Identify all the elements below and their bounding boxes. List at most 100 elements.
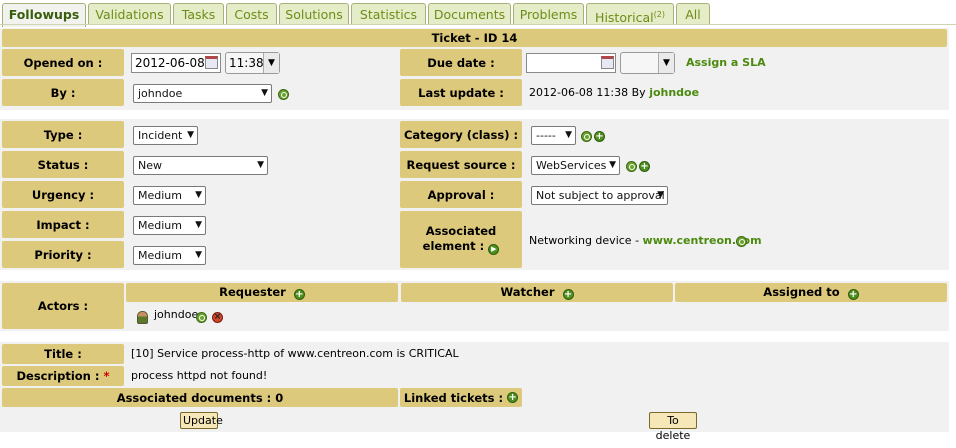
chevron-down-icon: ▼	[263, 53, 279, 73]
chevron-down-icon: ▼	[658, 53, 674, 73]
status-select[interactable]: New ▼	[133, 156, 268, 175]
request-source-select-value: WebServices	[536, 159, 607, 172]
associated-element-label-line1: Associated	[425, 224, 497, 238]
requester-select[interactable]: johndoe ▼	[133, 84, 272, 103]
calendar-icon[interactable]	[601, 56, 614, 69]
associated-element-label: Associated element : ▶	[400, 211, 522, 268]
user-icon	[137, 311, 148, 324]
watcher-header-label: Watcher	[500, 285, 555, 299]
assigned-to-header-label: Assigned to	[763, 285, 840, 299]
urgency-select-value: Medium	[138, 189, 182, 202]
search-icon[interactable]	[581, 131, 592, 142]
tab-problems[interactable]: Problems	[513, 3, 584, 25]
requester-header: Requester +	[126, 283, 398, 302]
category-label: Category (class) :	[400, 121, 522, 148]
chevron-down-icon: ▼	[187, 130, 194, 140]
impact-select-value: Medium	[138, 219, 182, 232]
calendar-icon[interactable]	[205, 56, 218, 69]
request-source-select[interactable]: WebServices ▼	[531, 156, 620, 175]
priority-label: Priority :	[2, 241, 124, 268]
description-label-text: Description :	[16, 369, 100, 383]
ticket-title: Ticket - ID 14	[2, 29, 947, 47]
chevron-down-icon: ▼	[565, 130, 572, 140]
add-icon[interactable]: +	[562, 289, 574, 300]
status-select-value: New	[138, 159, 162, 172]
add-icon[interactable]: +	[293, 289, 305, 300]
search-icon[interactable]	[278, 89, 289, 100]
search-icon[interactable]	[626, 161, 637, 172]
description-label: Description : *	[2, 366, 124, 386]
delete-icon[interactable]: ×	[212, 312, 223, 323]
status-label: Status :	[2, 151, 124, 178]
requester-user-name: johndoe	[154, 308, 199, 321]
priority-select[interactable]: Medium ▼	[133, 246, 206, 265]
linked-tickets-label: Linked tickets : +	[400, 388, 522, 407]
last-update-value: 2012-06-08 11:38 By johndoe	[529, 86, 699, 100]
impact-label: Impact :	[2, 211, 124, 238]
search-icon[interactable]	[196, 312, 207, 323]
watcher-header: Watcher +	[401, 283, 673, 302]
associated-element-value: Networking device - www.centreon.com	[529, 234, 762, 248]
description-value: process httpd not found!	[131, 369, 268, 382]
tab-historical[interactable]: Historical(2)	[586, 3, 674, 25]
actors-label: Actors :	[2, 283, 124, 329]
tab-tasks[interactable]: Tasks	[173, 3, 224, 25]
category-select[interactable]: ----- ▼	[531, 126, 576, 145]
add-icon[interactable]: +	[507, 392, 519, 403]
approval-label: Approval :	[400, 181, 522, 208]
tab-divider	[0, 24, 956, 25]
approval-select[interactable]: Not subject to approval ▼	[531, 186, 668, 205]
urgency-select[interactable]: Medium ▼	[133, 186, 206, 205]
add-icon[interactable]: +	[847, 289, 859, 300]
chevron-down-icon: ▼	[657, 190, 664, 200]
tab-historical-label: Historical	[595, 10, 654, 25]
add-icon[interactable]: +	[639, 161, 650, 172]
priority-select-value: Medium	[138, 249, 182, 262]
associated-documents-label: Associated documents : 0	[2, 388, 398, 407]
requester-header-label: Requester	[219, 285, 286, 299]
opened-time-value: 11:38	[229, 56, 264, 70]
type-select-value: Incident	[138, 129, 183, 142]
delete-button[interactable]: To delete	[649, 412, 697, 442]
associated-element-label-line2: element : ▶	[423, 239, 500, 255]
add-icon[interactable]: +	[594, 131, 605, 142]
due-date-label: Due date :	[400, 49, 522, 76]
tab-solutions[interactable]: Solutions	[279, 3, 349, 25]
last-update-user-link[interactable]: johndoe	[649, 86, 699, 99]
play-icon[interactable]: ▶	[488, 244, 500, 255]
assign-sla-link[interactable]: Assign a SLA	[686, 56, 766, 70]
last-update-label: Last update :	[400, 79, 522, 106]
linked-tickets-label-text: Linked tickets :	[403, 390, 504, 405]
tab-all[interactable]: All	[676, 3, 710, 25]
tab-statistics[interactable]: Statistics	[351, 3, 426, 25]
update-button[interactable]: Update	[180, 412, 223, 429]
chevron-down-icon: ▼	[261, 88, 268, 98]
tab-historical-badge: (2)	[653, 10, 665, 19]
title-value: [10] Service process-http of www.centreo…	[131, 347, 459, 360]
due-time-select[interactable]: ▼	[620, 52, 675, 74]
type-select[interactable]: Incident ▼	[133, 126, 198, 145]
tab-validations[interactable]: Validations	[88, 3, 171, 25]
tab-costs[interactable]: Costs	[226, 3, 277, 25]
opened-time-select[interactable]: 11:38 ▼	[225, 52, 280, 74]
chevron-down-icon: ▼	[195, 220, 202, 230]
assigned-to-header: Assigned to +	[675, 283, 947, 302]
urgency-label: Urgency :	[2, 181, 124, 208]
impact-select[interactable]: Medium ▼	[133, 216, 206, 235]
tab-documents[interactable]: Documents	[428, 3, 511, 25]
category-select-value: -----	[536, 129, 556, 142]
requester-select-value: johndoe	[138, 87, 183, 100]
associated-element-prefix: Networking device -	[529, 234, 640, 247]
last-update-timestamp: 2012-06-08 11:38 By	[529, 86, 646, 99]
title-label: Title :	[2, 344, 124, 364]
chevron-down-icon: ▼	[195, 250, 202, 260]
by-label: By :	[2, 79, 124, 106]
chevron-down-icon: ▼	[257, 160, 264, 170]
approval-select-value: Not subject to approval	[536, 189, 665, 202]
type-label: Type :	[2, 121, 124, 148]
chevron-down-icon: ▼	[195, 190, 202, 200]
chevron-down-icon: ▼	[609, 160, 616, 170]
required-marker: *	[103, 369, 110, 383]
search-icon[interactable]	[736, 236, 747, 247]
opened-on-label: Opened on :	[2, 49, 124, 76]
